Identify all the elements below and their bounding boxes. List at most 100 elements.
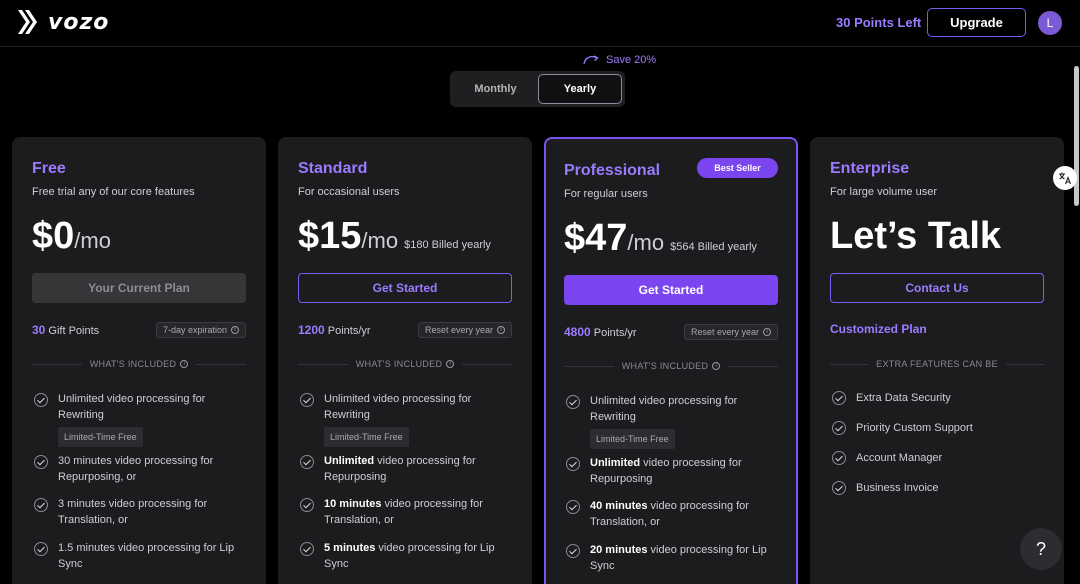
extra-feature-text: Account Manager bbox=[856, 452, 943, 464]
check-icon bbox=[832, 451, 846, 465]
feature-text: Unlimited video processing for Rewriting bbox=[324, 393, 472, 421]
points-number: 30 bbox=[32, 323, 46, 337]
logo[interactable]: vozo bbox=[16, 8, 109, 36]
reset-pill[interactable]: Reset every year i bbox=[417, 322, 512, 338]
plan-name: Enterprise bbox=[830, 160, 910, 177]
feature-text: 30 minutes video processing for Repurpos… bbox=[58, 455, 214, 483]
check-icon bbox=[566, 500, 580, 514]
feature-item: 5 minutes video processing for Lip Sync bbox=[300, 540, 512, 572]
plan-price: $15 /mo $180 Billed yearly bbox=[298, 215, 491, 258]
extra-features-divider: EXTRA FEATURES CAN BE bbox=[830, 359, 1044, 369]
feature-item: Unlimited video processing for Rewriting… bbox=[300, 391, 512, 447]
plan-description: Free trial any of our core features bbox=[32, 186, 195, 198]
extra-feature-item: Business Invoice bbox=[832, 481, 939, 495]
extra-feature-text: Business Invoice bbox=[856, 482, 939, 494]
check-icon bbox=[300, 393, 314, 407]
check-icon bbox=[566, 544, 580, 558]
plan-price: $47 /mo $564 Billed yearly bbox=[564, 217, 757, 260]
extra-feature-text: Extra Data Security bbox=[856, 392, 951, 404]
reset-pill[interactable]: Reset every year i bbox=[683, 324, 778, 340]
plan-description: For large volume user bbox=[830, 186, 937, 198]
feature-bold: 5 minutes bbox=[324, 542, 376, 554]
feature-item: 30 minutes video processing for Repurpos… bbox=[34, 453, 246, 485]
pill-label: Reset every year bbox=[690, 327, 759, 337]
plan-name: Standard bbox=[298, 160, 368, 177]
feature-item: 10 minutes video processing for Translat… bbox=[300, 496, 512, 528]
check-icon bbox=[832, 421, 846, 435]
avatar[interactable]: L bbox=[1038, 11, 1062, 35]
translate-icon bbox=[1059, 172, 1072, 185]
plan-name: Professional bbox=[564, 162, 661, 179]
extra-features-label: EXTRA FEATURES CAN BE bbox=[876, 359, 998, 369]
included-divider: WHAT'S INCLUDED i bbox=[32, 359, 246, 369]
plan-card-free: Free Free trial any of our core features… bbox=[12, 137, 266, 584]
feature-item: 3 minutes video processing for Translati… bbox=[34, 496, 246, 528]
pill-label: Reset every year bbox=[424, 325, 493, 335]
feature-bold: 20 minutes bbox=[590, 544, 648, 556]
included-label: WHAT'S INCLUDED i bbox=[622, 361, 721, 371]
price-amount: $0 bbox=[32, 215, 75, 257]
feature-item: Unlimited video processing for Repurposi… bbox=[566, 455, 778, 487]
included-label: WHAT'S INCLUDED i bbox=[356, 359, 455, 369]
info-icon: i bbox=[497, 326, 505, 334]
yearly-tab[interactable]: Yearly bbox=[538, 74, 622, 104]
customized-plan-label: Customized Plan bbox=[830, 322, 927, 336]
feature-text: Unlimited video processing for Rewriting bbox=[58, 393, 206, 421]
price-unit: /mo bbox=[74, 228, 111, 253]
lets-talk-heading: Let’s Talk bbox=[830, 215, 1002, 257]
points-text: 30 Gift Points bbox=[32, 323, 99, 337]
extra-feature-text: Priority Custom Support bbox=[856, 422, 973, 434]
check-icon bbox=[566, 457, 580, 471]
price-amount: $15 bbox=[298, 215, 362, 257]
points-text: 1200 Points/yr bbox=[298, 323, 371, 337]
page-scrollbar[interactable] bbox=[1074, 66, 1079, 206]
plan-card-enterprise: Enterprise For large volume user Let’s T… bbox=[810, 137, 1064, 584]
monthly-tab[interactable]: Monthly bbox=[454, 74, 537, 104]
included-divider: WHAT'S INCLUDED i bbox=[298, 359, 512, 369]
plan-price: $0 /mo bbox=[32, 215, 111, 258]
price-unit: /mo bbox=[361, 228, 399, 253]
info-icon: i bbox=[763, 328, 771, 336]
included-divider: WHAT'S INCLUDED i bbox=[564, 361, 778, 371]
points-label: Points/yr bbox=[324, 325, 371, 337]
points-number: 1200 bbox=[298, 323, 325, 337]
feature-item: 40 minutes video processing for Translat… bbox=[566, 498, 778, 530]
get-started-button[interactable]: Get Started bbox=[298, 273, 512, 303]
logo-text: vozo bbox=[48, 9, 110, 35]
check-icon bbox=[300, 455, 314, 469]
limited-free-tag: Limited-Time Free bbox=[590, 429, 675, 449]
billed-note: $564 Billed yearly bbox=[670, 241, 757, 253]
points-left: 30 Points Left bbox=[836, 15, 922, 30]
points-label: Points/yr bbox=[590, 327, 637, 339]
top-bar: vozo 30 Points Left Upgrade L bbox=[0, 0, 1080, 47]
expiration-pill[interactable]: 7-day expiration i bbox=[155, 322, 246, 338]
feature-bold: Unlimited bbox=[590, 457, 641, 469]
best-seller-badge: Best Seller bbox=[697, 158, 778, 178]
points-text: 4800 Points/yr bbox=[564, 325, 637, 339]
info-icon: i bbox=[231, 326, 239, 334]
points-row: 4800 Points/yr Reset every year i bbox=[564, 323, 778, 341]
included-label: WHAT'S INCLUDED i bbox=[90, 359, 189, 369]
contact-us-button[interactable]: Contact Us bbox=[830, 273, 1044, 303]
extra-feature-item: Extra Data Security bbox=[832, 391, 951, 405]
upgrade-button[interactable]: Upgrade bbox=[927, 8, 1026, 37]
feature-item: Unlimited video processing for Rewriting… bbox=[566, 393, 778, 449]
price-amount: $47 bbox=[564, 217, 628, 259]
points-row: 1200 Points/yr Reset every year i bbox=[298, 321, 512, 339]
feature-bold: 40 minutes bbox=[590, 500, 648, 512]
plan-card-professional: Professional Best Seller For regular use… bbox=[544, 137, 798, 584]
get-started-button[interactable]: Get Started bbox=[564, 275, 778, 305]
pill-label: 7-day expiration bbox=[162, 325, 227, 335]
save-badge: Save 20% bbox=[582, 54, 656, 66]
translate-button[interactable] bbox=[1053, 166, 1077, 190]
check-icon bbox=[300, 542, 314, 556]
check-icon bbox=[34, 455, 48, 469]
extra-feature-item: Account Manager bbox=[832, 451, 942, 465]
current-plan-button[interactable]: Your Current Plan bbox=[32, 273, 246, 303]
help-button[interactable]: ? bbox=[1020, 528, 1062, 570]
feature-text: 1.5 minutes video processing for Lip Syn… bbox=[58, 542, 235, 570]
feature-item: Unlimited video processing for Repurposi… bbox=[300, 453, 512, 485]
check-icon bbox=[34, 498, 48, 512]
check-icon bbox=[34, 393, 48, 407]
feature-text: Unlimited video processing for Rewriting bbox=[590, 395, 738, 423]
